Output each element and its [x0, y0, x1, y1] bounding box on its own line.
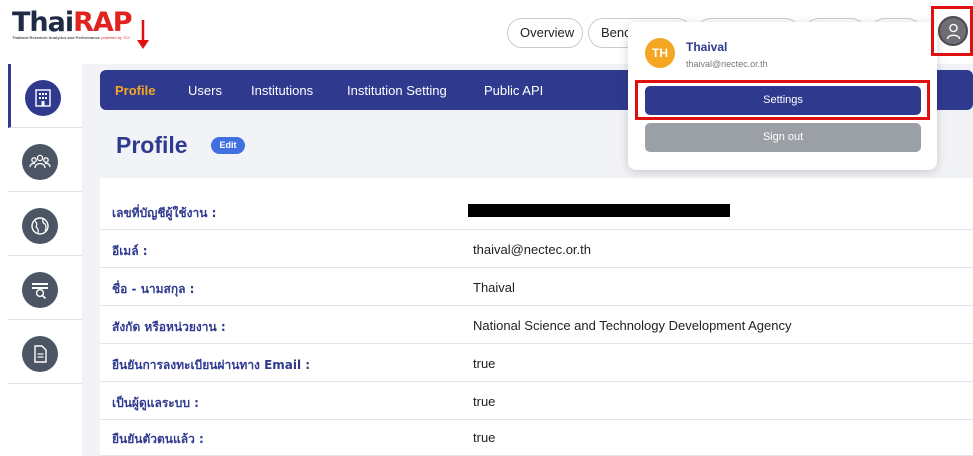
user-menu-name: Thaival [686, 40, 728, 54]
row-label: สังกัด หรือหน่วยงาน : [112, 320, 226, 334]
row-label: ชื่อ - นามสกุล : [112, 282, 195, 296]
user-initials-avatar: TH [645, 38, 675, 68]
sidebar-icon-bg [22, 208, 58, 244]
row-value: true [473, 356, 496, 371]
profile-row-affiliation: สังกัด หรือหน่วยงาน : National Science a… [100, 306, 973, 344]
user-menu-email: thaival@nectec.or.th [686, 59, 768, 69]
institution-icon [35, 89, 51, 107]
sidebar-item-data-search[interactable] [8, 256, 82, 320]
sidebar-item-globe[interactable] [8, 192, 82, 256]
sign-out-button[interactable]: Sign out [645, 123, 921, 152]
edit-profile-button[interactable]: Edit [211, 137, 245, 154]
logo-tagline-text: Thailand Research Analytics and Performa… [12, 35, 101, 40]
globe-icon [31, 217, 49, 235]
row-label: อีเมล์ : [112, 244, 148, 258]
logo-tagline: Thailand Research Analytics and Performa… [12, 35, 132, 40]
row-value: thaival@nectec.or.th [473, 242, 591, 257]
logo-thai-text: Thai [12, 7, 74, 38]
row-label: เลขที่บัญชีผู้ใช้งาน : [112, 206, 217, 220]
logo-rap-text: RAP [73, 7, 132, 38]
tab-institutions[interactable]: Institutions [251, 83, 313, 98]
sidebar-icon-bg [22, 336, 58, 372]
profile-row-identity-verified: ยืนยันตัวตนแล้ว : true [100, 418, 973, 456]
row-value: National Science and Technology Developm… [473, 318, 792, 333]
overview-button[interactable]: Overview [507, 18, 583, 48]
sidebar-icon-bg [25, 80, 61, 116]
tab-institution-setting[interactable]: Institution Setting [347, 83, 447, 98]
sidebar-icon-bg [22, 144, 58, 180]
row-value: true [473, 430, 496, 445]
profile-card: เลขที่บัญชีผู้ใช้งาน : อีเมล์ : thaival@… [100, 178, 973, 456]
data-search-icon [32, 283, 48, 300]
page-title: Profile [116, 132, 188, 158]
tab-public-api[interactable]: Public API [484, 83, 543, 98]
profile-row-email: อีเมล์ : thaival@nectec.or.th [100, 230, 973, 268]
logo-wordmark: ThaiRAP [12, 7, 133, 38]
row-value: true [473, 394, 496, 409]
row-label: ยืนยันตัวตนแล้ว : [112, 432, 204, 446]
logo-powered-by: powered by TCI [101, 35, 130, 40]
red-down-arrow-annotation [137, 20, 149, 49]
profile-row-name: ชื่อ - นามสกุล : Thaival [100, 268, 973, 306]
sidebar-item-institution[interactable] [8, 64, 82, 128]
tab-users[interactable]: Users [188, 83, 222, 98]
sidebar-item-document[interactable] [8, 320, 82, 384]
profile-row-email-verified: ยืนยันการลงทะเบียนผ่านทาง Email : true [100, 344, 973, 382]
sidebar-icon-bg [22, 272, 58, 308]
sidebar-item-people[interactable] [8, 128, 82, 192]
people-icon [29, 154, 51, 169]
profile-row-admin: เป็นผู้ดูแลระบบ : true [100, 382, 973, 420]
sidebar [0, 64, 82, 456]
row-value: Thaival [473, 280, 515, 295]
profile-row-account-id: เลขที่บัญชีผู้ใช้งาน : [100, 192, 973, 230]
document-icon [34, 345, 47, 363]
thairap-logo[interactable]: ThaiRAP Thailand Research Analytics and … [12, 7, 133, 41]
row-label: เป็นผู้ดูแลระบบ : [112, 396, 199, 410]
highlight-box-avatar [931, 6, 973, 56]
redaction-bar [468, 204, 730, 217]
tab-profile[interactable]: Profile [115, 83, 155, 98]
highlight-box-settings [635, 80, 930, 120]
row-label: ยืนยันการลงทะเบียนผ่านทาง Email : [112, 358, 311, 372]
